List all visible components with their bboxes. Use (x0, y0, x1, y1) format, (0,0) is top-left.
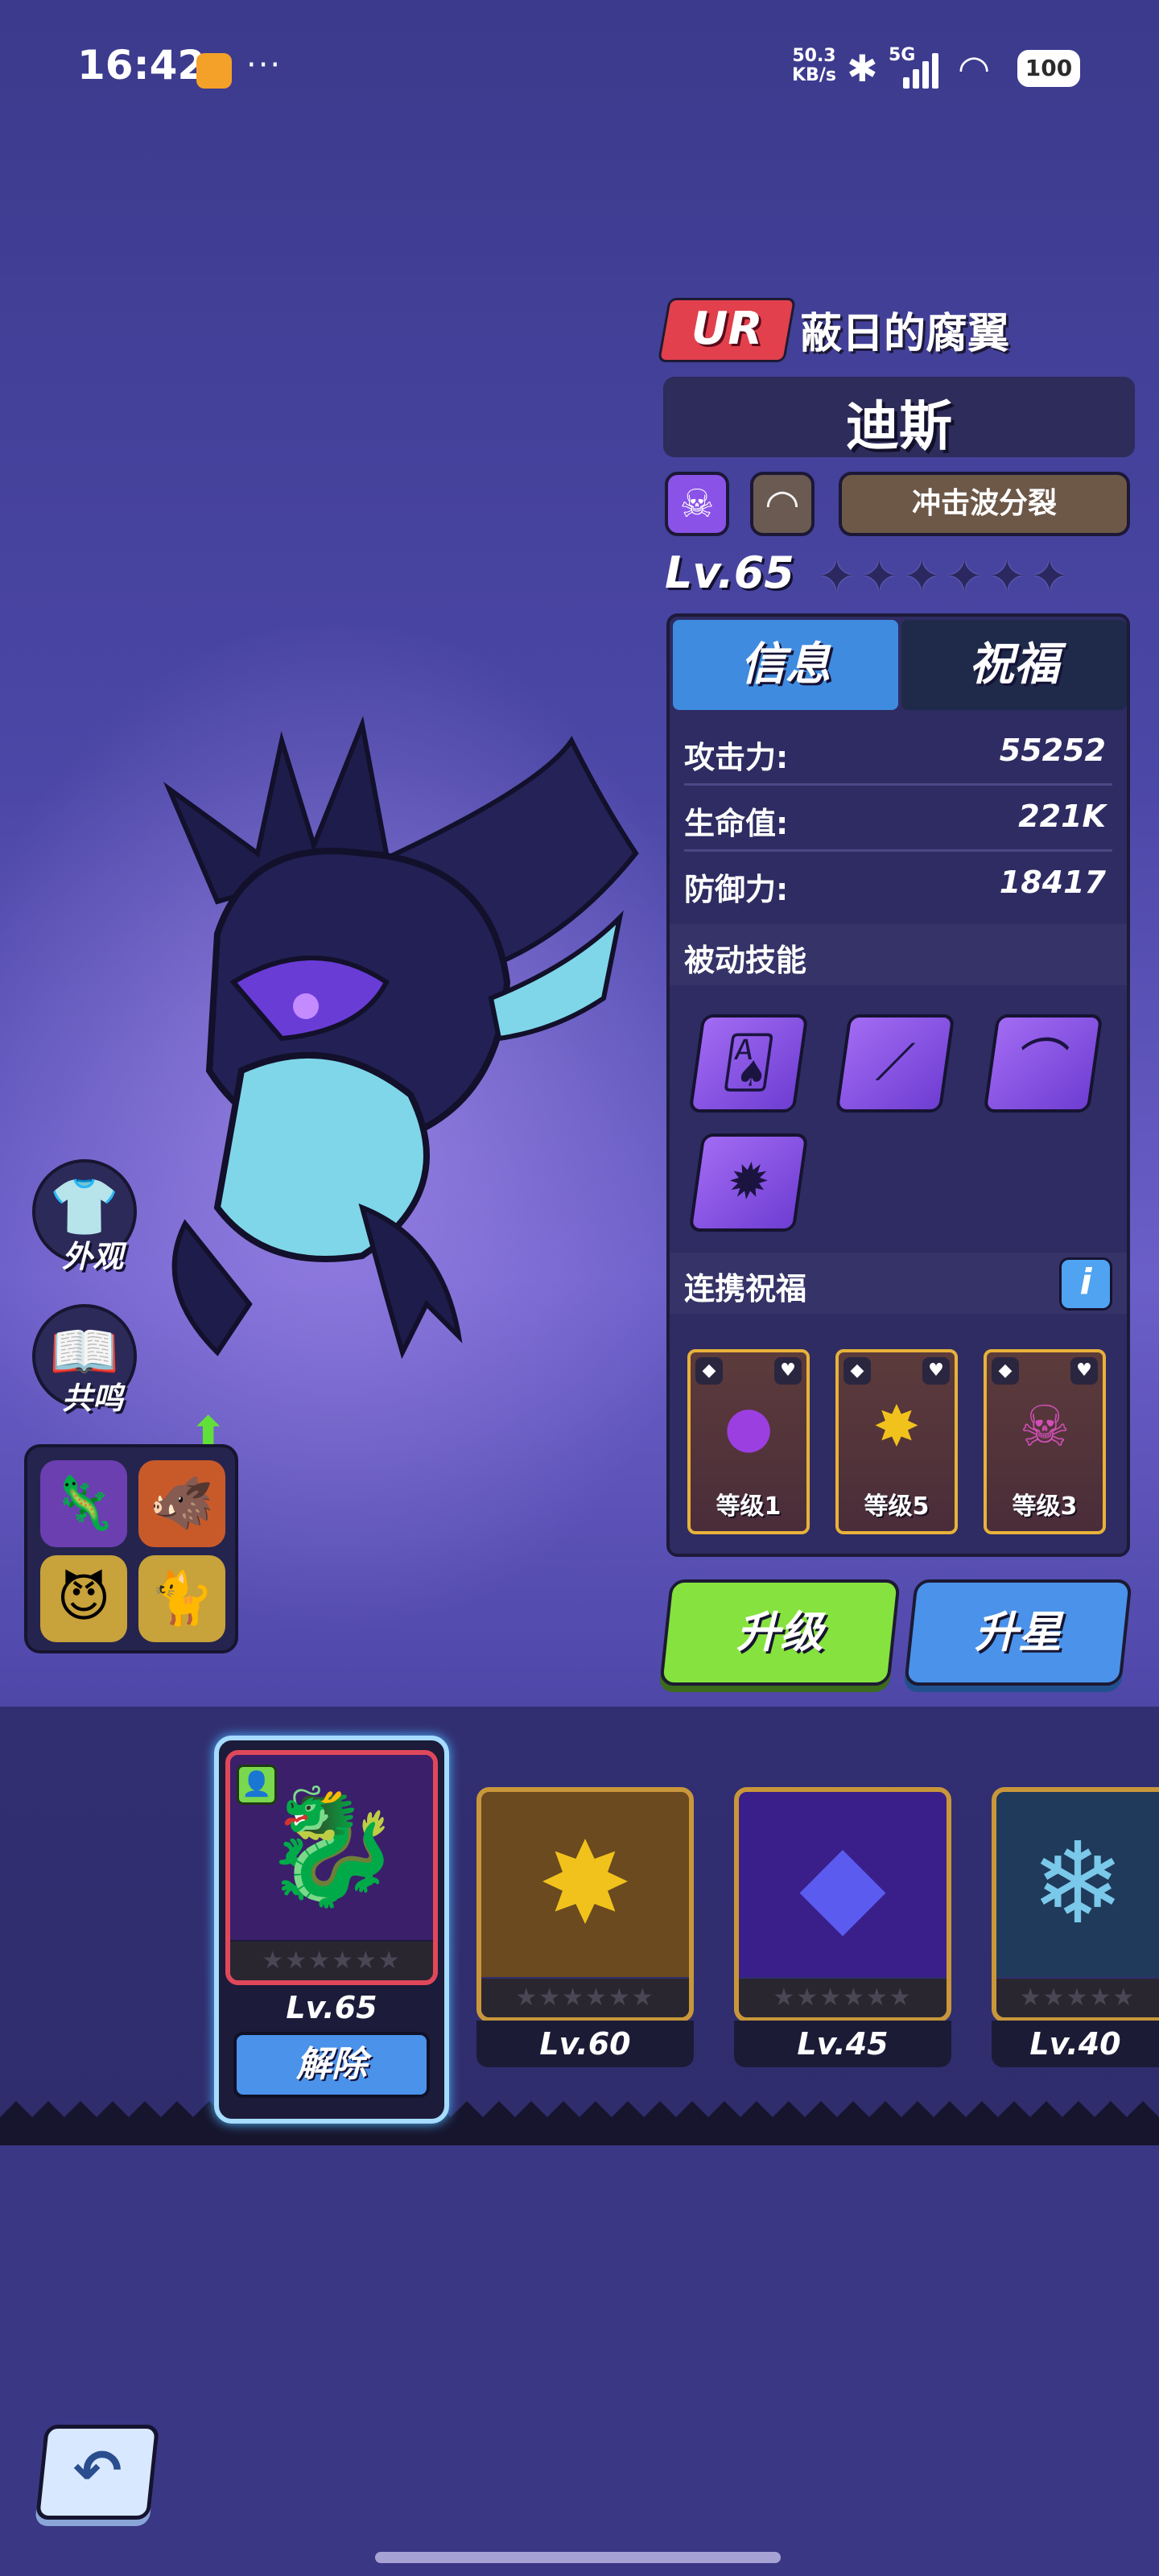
home-indicator[interactable] (375, 2552, 781, 2563)
wing-icon[interactable]: ⌒ (983, 1014, 1103, 1113)
cards-skull-icon[interactable]: 🂡 (688, 1014, 809, 1113)
equipped-icon: 👤 (237, 1765, 277, 1805)
element-badge-icon: ◆ (992, 1357, 1019, 1385)
passive-skills-header: 被动技能 (670, 924, 1127, 985)
portrait-boar-icon[interactable]: 🐗 (138, 1460, 225, 1547)
signal-icon (903, 52, 947, 89)
heart-badge-icon: ♥ (774, 1357, 802, 1385)
blessing-card-2[interactable]: ◆ ♥ ✸ 等级5 (835, 1349, 958, 1534)
network-speed: 50.3 KB/s (792, 46, 836, 85)
info-panel: 信息 祝福 攻击力: 55252 生命值: 221K 防御力: 18417 被动… (666, 613, 1130, 1557)
yellow-spark-icon: ✸ (872, 1393, 921, 1459)
wifi-icon: ◠ (958, 47, 991, 90)
element-badge-icon: ◆ (695, 1357, 723, 1385)
back-arrow-icon: ↶ (73, 2437, 122, 2504)
hero-card[interactable]: ✸ ★★★★★★ Lv.60 (476, 1787, 694, 2069)
blessing-level: 等级1 (716, 1492, 782, 1521)
purple-slime-icon: ● (724, 1393, 773, 1459)
back-button[interactable]: ↶ (35, 2425, 160, 2520)
blessing-card-1[interactable]: ◆ ♥ ● 等级1 (687, 1349, 810, 1534)
remove-button[interactable]: 解除 (233, 2032, 430, 2098)
notification-app-icon (196, 53, 232, 89)
skill-tag[interactable]: 冲击波分裂 (839, 472, 1130, 536)
more-notifications-icon: ··· (246, 47, 283, 84)
blue-dragon-portrait-icon: ◆ (739, 1792, 947, 1977)
hero-card[interactable]: ◆ ★★★★★★ Lv.45 (734, 1787, 951, 2069)
horn-icon[interactable]: ◠ (750, 472, 815, 536)
portrait-cat-icon[interactable]: 🐈 (138, 1555, 225, 1642)
appearance-label[interactable]: 外观 (32, 1232, 153, 1276)
tab-info[interactable]: 信息 (673, 620, 898, 710)
hero-card-level: Lv.60 (476, 2021, 694, 2067)
bluetooth-icon: ✱ (847, 47, 878, 90)
hero-card-level: Lv.40 (992, 2021, 1159, 2067)
star-up-button[interactable]: 升星 (904, 1579, 1132, 1686)
hero-level: Lv.65 (665, 547, 794, 598)
hero-name: 迪斯 (846, 395, 952, 457)
hero-name-box: 迪斯 (663, 377, 1135, 457)
claw-icon[interactable]: ⟋ (835, 1014, 955, 1113)
team-portraits[interactable]: 🦎 🐗 😈 🐈 (24, 1444, 238, 1653)
hero-stars: ★★★★★★ (739, 1979, 947, 2017)
status-bar: 16:42 ··· 50.3 KB/s ✱ 5G ◠ 100 (0, 0, 1159, 137)
upgrade-button[interactable]: 升级 (659, 1579, 901, 1686)
clock: 16:42 (77, 42, 206, 89)
hero-stars: ★★★★★★ (481, 1979, 689, 2017)
spiky-bird-portrait-icon: ✸ (481, 1792, 689, 1977)
heart-badge-icon: ♥ (1070, 1357, 1098, 1385)
stat-attack: 攻击力: 55252 (670, 721, 1127, 786)
portrait-demon-icon[interactable]: 😈 (40, 1555, 127, 1642)
hero-card-level: Lv.45 (734, 2021, 951, 2067)
hero-stars: ★★★★★ (996, 1979, 1159, 2017)
dragon-illustration (163, 716, 639, 1360)
blessing-level: 等级3 (1012, 1492, 1078, 1521)
ice-beast-portrait-icon: ❄ (996, 1792, 1159, 1977)
blessing-card-3[interactable]: ◆ ♥ ☠ 等级3 (984, 1349, 1106, 1534)
element-badge-icon: ◆ (843, 1357, 871, 1385)
stat-defense: 防御力: 18417 (684, 865, 1106, 907)
spike-divider (0, 2101, 1159, 2149)
hero-card-level: Lv.65 (286, 1990, 377, 2025)
hero-card[interactable]: ❄ ★★★★★ Lv.40 (992, 1787, 1159, 2069)
tab-blessing[interactable]: 祝福 (901, 620, 1127, 710)
hero-title: 蔽日的腐翼 (800, 310, 1010, 358)
info-button[interactable]: i (1059, 1257, 1112, 1311)
rarity-badge: UR (657, 298, 797, 362)
hero-stars: ★★★★★★ (230, 1942, 433, 1980)
star-rating: ✦✦✦✦✦✦ (818, 551, 1074, 603)
blessing-level: 等级5 (864, 1492, 930, 1521)
resonance-label[interactable]: 共鸣 (32, 1373, 153, 1418)
link-blessing-header: 连携祝福 i (670, 1253, 1127, 1314)
heart-badge-icon: ♥ (922, 1357, 950, 1385)
battery-indicator: 100 (1017, 50, 1080, 87)
pink-ghost-icon: ☠ (1019, 1393, 1070, 1459)
background-bottom (0, 2145, 1159, 2576)
skull-icon[interactable]: ☠ (665, 472, 729, 536)
stat-hp: 生命值: 221K (670, 787, 1127, 852)
portrait-lizard-icon[interactable]: 🦎 (40, 1460, 127, 1547)
burst-icon[interactable]: ✹ (688, 1133, 809, 1232)
